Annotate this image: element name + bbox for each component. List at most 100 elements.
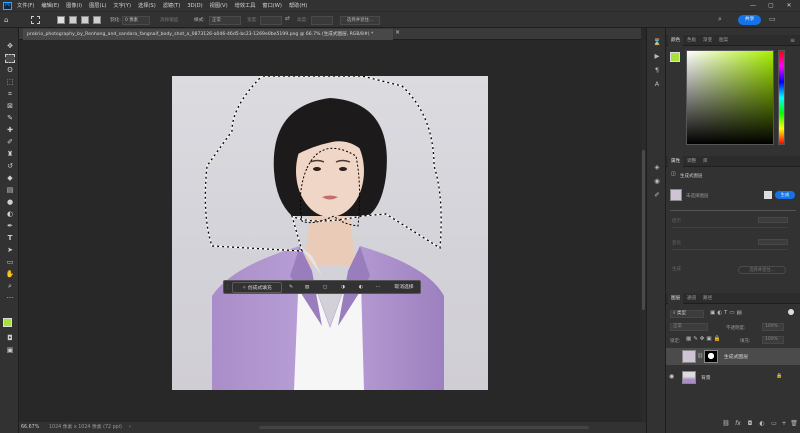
swap-icon[interactable]: ⇄ [285,15,290,22]
actions-panel-icon[interactable]: ▶ [653,52,661,60]
visibility-toggle-icon[interactable] [764,191,772,199]
path-selection-tool-icon[interactable]: ➤ [5,246,15,255]
visibility-off-icon[interactable] [670,353,676,359]
generate-button[interactable]: 生成 [775,191,795,199]
lock-icons[interactable]: ▦✎✥▣🔒 [686,336,722,342]
layer-filter-select[interactable]: ⌕ 类型 [670,310,704,318]
drag-handle-icon[interactable]: ⋮ [225,282,230,293]
rectangle-tool-icon[interactable]: ▭ [5,258,15,267]
menu-help[interactable]: 帮助(H) [289,2,307,9]
close-tab-icon[interactable]: × [395,29,400,36]
height-input[interactable] [311,16,333,25]
tab-gradients[interactable]: 渐变 [700,35,715,46]
tab-patterns[interactable]: 图案 [716,35,731,46]
brush-mask-icon[interactable]: ✎ [286,282,296,293]
menu-select[interactable]: 选择(S) [138,2,156,9]
menu-filter[interactable]: 滤镜(T) [163,2,181,9]
minimize-icon[interactable]: — [745,0,761,11]
eyedropper-tool-icon[interactable]: ✎ [5,114,15,123]
pen-tool-icon[interactable]: ✒ [5,222,15,231]
object-selection-tool-icon[interactable]: ⬚ [5,78,15,87]
foreground-color-swatch[interactable] [3,318,12,327]
blend-mode-select[interactable]: 正常 [670,323,708,331]
brush-tool-icon[interactable]: ✐ [5,138,15,147]
eraser-tool-icon[interactable]: ◆ [5,174,15,183]
layer-name[interactable]: 生成式图层 [724,353,748,360]
healing-brush-tool-icon[interactable]: ✚ [5,126,15,135]
add-selection-icon[interactable] [69,16,77,24]
filter-toggle-icon[interactable] [788,309,794,315]
hand-tool-icon[interactable]: ✋ [5,270,15,279]
create-mask-icon[interactable]: ◑ [338,282,348,293]
tab-properties[interactable]: 属性 [668,156,684,167]
menu-3d[interactable]: 3D(D) [187,3,202,9]
menu-edit[interactable]: 编辑(E) [41,2,59,9]
horizontal-scrollbar[interactable] [259,426,589,429]
crop-tool-icon[interactable]: ⌗ [5,90,15,99]
brush-panel-icon[interactable]: ✐ [653,191,661,199]
tab-swatches[interactable]: 色板 [684,35,699,46]
layer-row-background[interactable]: ◉ 背景 🔒 [666,369,800,386]
screen-mode-icon[interactable]: ▣ [5,346,15,355]
new-group-icon[interactable]: ▭ [770,420,778,428]
zoom-level[interactable]: 66.67% [21,422,39,433]
character-panel-icon[interactable]: A [653,80,661,88]
prompt-field[interactable] [758,217,788,223]
more-options-icon[interactable]: ··· [372,282,384,293]
marquee-tool-icon[interactable] [5,54,15,63]
new-layer-icon[interactable]: + [780,420,788,428]
marquee-preset-icon[interactable] [31,16,40,24]
type-tool-icon[interactable]: T [5,234,15,243]
tab-channels[interactable]: 通道 [684,293,699,304]
document-canvas[interactable] [172,76,488,390]
swatch-panel-icon[interactable]: ◉ [653,177,661,185]
eye-icon[interactable]: ◉ [669,373,674,380]
menu-file[interactable]: 文件(F) [17,2,34,9]
paragraph-panel-icon[interactable]: ¶ [653,66,661,74]
invert-selection-icon[interactable]: ▢ [320,282,330,293]
zoom-tool-icon[interactable]: ⌕ [5,282,15,291]
vertical-scroll-thumb[interactable] [642,150,645,310]
fill-input[interactable]: 100% [762,336,784,344]
menu-image[interactable]: 图像(I) [66,2,82,9]
style-select[interactable]: 正常 [209,16,241,25]
maximize-icon[interactable]: ▢ [763,0,779,11]
frame-tool-icon[interactable]: ⊠ [5,102,15,111]
generative-fill-button[interactable]: ✧ 创成式填充 [232,282,282,293]
foreground-color-chip[interactable] [670,52,680,62]
subtract-selection-icon[interactable] [81,16,89,24]
adjust-panel-icon[interactable]: ◈ [653,163,661,171]
prompt-slider[interactable] [672,227,788,228]
opacity-input[interactable]: 100% [762,323,784,331]
dodge-tool-icon[interactable]: ◐ [5,210,15,219]
tab-paths[interactable]: 路径 [700,293,715,304]
variation-slider[interactable] [672,249,788,250]
width-input[interactable] [260,16,282,25]
layer-mask-thumbnail[interactable] [704,350,718,363]
close-window-icon[interactable]: ✕ [781,0,797,11]
menu-window[interactable]: 窗口(W) [262,2,282,9]
antialias-checkbox-label[interactable]: 消除锯齿 [160,17,178,23]
clone-stamp-tool-icon[interactable]: ♜ [5,150,15,159]
deselect-button[interactable]: 取消选择 [388,282,420,293]
tab-layers[interactable]: 图层 [668,293,684,304]
modify-selection-icon[interactable]: ▥ [302,282,312,293]
layer-name[interactable]: 背景 [701,374,711,381]
intersect-selection-icon[interactable] [93,16,101,24]
document-tab[interactable]: prokrio_photography_by_Renhang_and_sanda… [23,29,393,40]
new-selection-icon[interactable] [57,16,65,24]
lasso-tool-icon[interactable]: ʘ [5,66,15,75]
move-tool-icon[interactable]: ✥ [5,42,15,51]
tab-libraries[interactable]: 库 [700,156,711,167]
share-button[interactable]: 共享 [738,15,761,25]
tab-color[interactable]: 颜色 [668,35,684,46]
select-and-mask-panel-button[interactable]: 选择并遮住... [738,266,786,274]
quick-mask-icon[interactable]: ◘ [5,334,15,343]
status-arrow-icon[interactable]: › [129,422,131,433]
hue-slider[interactable] [778,50,785,145]
delete-layer-icon[interactable]: 🗑 [790,420,798,428]
add-mask-icon[interactable]: ◘ [746,420,754,428]
adjustment-icon[interactable]: ◐ [356,282,366,293]
layer-row-generative[interactable]: ⛓ 生成式图层 [666,348,800,365]
history-brush-tool-icon[interactable]: ↺ [5,162,15,171]
